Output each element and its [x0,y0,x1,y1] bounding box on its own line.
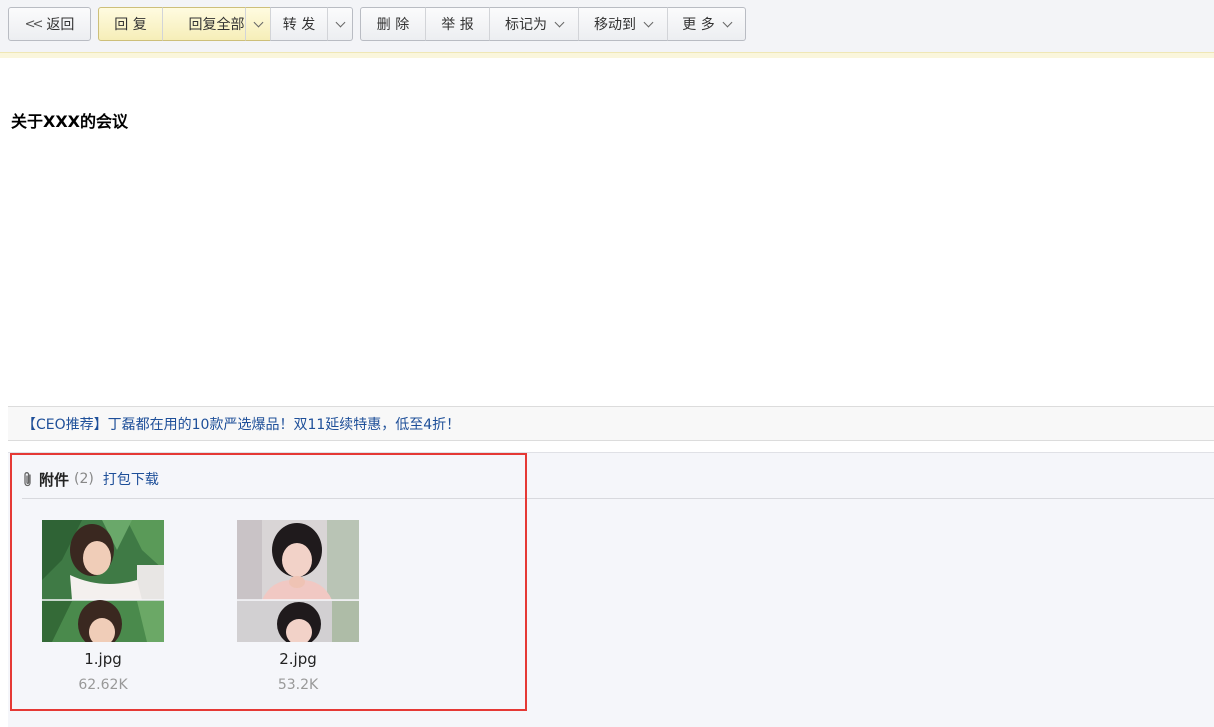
promo-link[interactable]: 【CEO推荐】丁磊都在用的10款严选爆品！双11延续特惠，低至4折！ [22,414,460,434]
move-to-label: 移动到 [594,17,636,33]
mark-as-label: 标记为 [505,17,547,33]
chevron-down-icon [554,17,565,27]
forward-label: 转 发 [282,17,316,33]
attachments-header: 附件 (2) 打包下载 [22,466,159,492]
back-label: 返回 [46,17,75,33]
attachment-size-1: 62.62K [78,677,128,693]
back-button[interactable]: << 返回 [8,7,91,41]
reply-button[interactable]: 回 复 [98,7,163,41]
attachments-count: (2) [74,471,94,487]
chevron-down-icon [253,17,263,27]
reply-label: 回 复 [114,17,147,33]
paperclip-icon [24,472,31,487]
report-button[interactable]: 举 报 [425,7,490,41]
download-all-link[interactable]: 打包下载 [103,469,159,489]
attachment-size-2: 53.2K [277,677,319,693]
photo-image [237,520,359,642]
attachment-filename-2[interactable]: 2.jpg [237,650,359,668]
attachments-section [8,452,1214,727]
attachments-divider [22,498,1214,499]
chevron-down-icon [643,17,654,27]
more-button[interactable]: 更 多 [667,7,746,41]
double-chevron-left-icon: << [24,16,44,32]
promo-banner[interactable]: 【CEO推荐】丁磊都在用的10款严选爆品！双11延续特惠，低至4折！ [8,406,1214,441]
more-label: 更 多 [682,17,715,33]
mail-toolbar: << 返回 回 复 回复全部 转 发 删 除 举 报 标记为 移动到 更 多 [0,0,1214,52]
move-to-button[interactable]: 移动到 [578,7,668,41]
photo-image [42,520,164,642]
mark-as-button[interactable]: 标记为 [489,7,579,41]
attachment-thumbnail-2[interactable] [237,520,359,642]
forward-dropdown[interactable] [327,7,353,41]
mail-subject: 关于XXX的会议 [11,112,129,131]
reply-all-label: 回复全部 [188,17,245,33]
chevron-down-icon [722,17,733,27]
chevron-down-icon [335,17,345,27]
toolbar-divider [0,52,1214,58]
reply-all-dropdown[interactable] [245,7,271,41]
report-label: 举 报 [441,17,474,33]
forward-button[interactable]: 转 发 [270,7,328,41]
attachment-thumbnail-1[interactable] [42,520,164,642]
attachments-title: 附件 [39,470,70,489]
delete-button[interactable]: 删 除 [360,7,426,41]
attachment-filename-1[interactable]: 1.jpg [42,650,164,668]
delete-label: 删 除 [376,17,410,33]
